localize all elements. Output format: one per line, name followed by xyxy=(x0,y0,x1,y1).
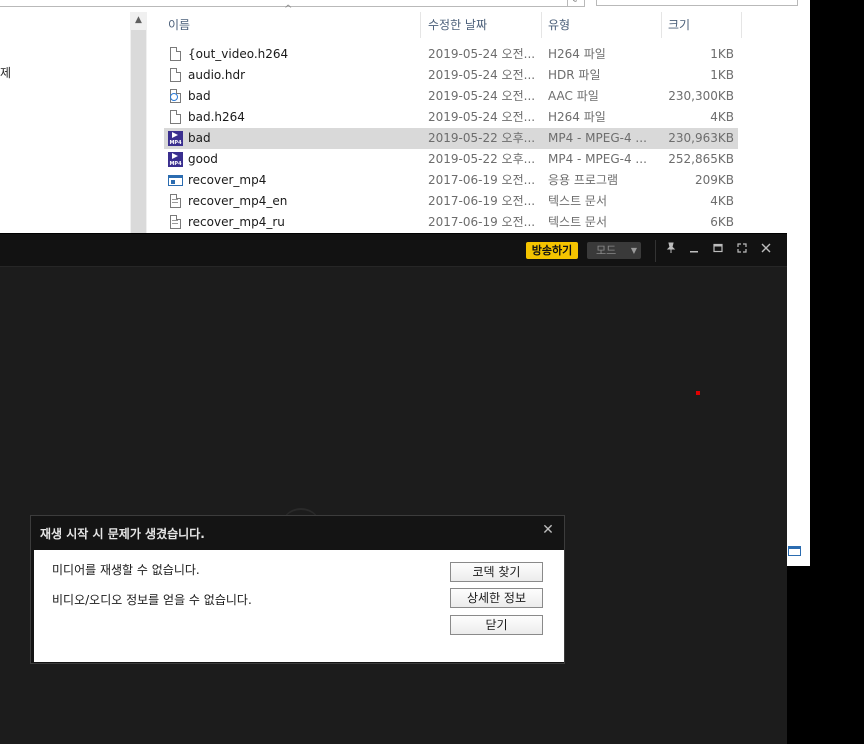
file-size: 4KB xyxy=(710,110,734,124)
file-size: 1KB xyxy=(710,47,734,61)
dropdown-arrow-icon: ▼ xyxy=(630,246,637,255)
file-size: 4KB xyxy=(710,194,734,208)
close-icon[interactable] xyxy=(758,242,774,258)
broadcast-button[interactable]: 방송하기 xyxy=(526,242,578,259)
column-divider[interactable] xyxy=(541,12,542,38)
file-type: MP4 - MPEG-4 ... xyxy=(548,131,647,145)
file-modified: 2019-05-22 오후... xyxy=(428,131,536,145)
column-divider[interactable] xyxy=(741,12,742,38)
file-modified: 2017-06-19 오전... xyxy=(428,194,536,208)
column-header-modified[interactable]: 수정한 날짜 xyxy=(428,12,487,38)
file-row[interactable]: bad.h264 2019-05-24 오전... H264 파일 4KB xyxy=(164,107,738,128)
close-button[interactable]: 닫기 xyxy=(450,615,543,635)
file-row[interactable]: audio.hdr 2019-05-24 오전... HDR 파일 1KB xyxy=(164,65,738,86)
file-name: bad xyxy=(188,89,211,103)
file-name: {out_video.h264 xyxy=(188,47,289,61)
playback-error-dialog: 재생 시작 시 문제가 생겼습니다. ✕ 미디어를 재생할 수 없습니다. 비디… xyxy=(30,515,565,664)
file-name: good xyxy=(188,152,218,166)
column-divider[interactable] xyxy=(420,12,421,38)
sort-ascending-icon: ^ xyxy=(284,4,293,15)
file-name: recover_mp4 xyxy=(188,173,267,187)
file-type: 응용 프로그램 xyxy=(548,173,619,187)
file-name: bad xyxy=(188,131,211,145)
file-name: audio.hdr xyxy=(188,68,246,82)
file-modified: 2019-05-24 오전... xyxy=(428,47,536,61)
dialog-body: 미디어를 재생할 수 없습니다. 비디오/오디오 정보를 얻을 수 없습니다. … xyxy=(34,550,564,662)
scroll-up-icon[interactable]: ▲ xyxy=(130,12,147,29)
file-size: 6KB xyxy=(710,215,734,229)
error-detail-message: 비디오/오디오 정보를 얻을 수 없습니다. xyxy=(52,593,252,607)
file-icon xyxy=(168,110,183,125)
audio-file-icon xyxy=(168,89,183,104)
file-name: recover_mp4_ru xyxy=(188,215,285,229)
file-modified: 2019-05-24 오전... xyxy=(428,68,536,82)
file-modified: 2019-05-24 오전... xyxy=(428,89,536,103)
file-type: H264 파일 xyxy=(548,110,606,124)
address-bar[interactable] xyxy=(0,0,585,7)
file-type: AAC 파일 xyxy=(548,89,599,103)
column-header-type[interactable]: 유형 xyxy=(548,12,570,38)
file-size: 230,300KB xyxy=(668,89,734,103)
error-message: 미디어를 재생할 수 없습니다. xyxy=(52,563,200,577)
file-row[interactable]: bad 2019-05-24 오전... AAC 파일 230,300KB xyxy=(164,86,738,107)
file-type: HDR 파일 xyxy=(548,68,601,82)
file-modified: 2019-05-24 오전... xyxy=(428,110,536,124)
pin-icon[interactable] xyxy=(663,242,679,258)
navigation-pane-item[interactable]: 제 xyxy=(0,64,11,81)
mp4-icon: MP4 xyxy=(168,131,183,146)
file-size: 230,963KB xyxy=(668,131,734,145)
application-icon xyxy=(168,173,183,188)
scrollbar-thumb[interactable] xyxy=(131,30,146,235)
file-row[interactable]: recover_mp4 2017-06-19 오전... 응용 프로그램 209… xyxy=(164,170,738,191)
dialog-close-icon[interactable]: ✕ xyxy=(540,522,556,538)
minimize-icon[interactable] xyxy=(686,242,702,258)
mode-dropdown[interactable]: 모드 ▼ xyxy=(587,242,641,259)
file-row[interactable]: recover_mp4_en 2017-06-19 오전... 텍스트 문서 4… xyxy=(164,191,738,212)
dialog-title: 재생 시작 시 문제가 생겼습니다. xyxy=(40,527,205,541)
file-type: 텍스트 문서 xyxy=(548,194,608,208)
file-name: bad.h264 xyxy=(188,110,245,124)
column-header-size[interactable]: 크기 xyxy=(668,12,690,38)
file-row[interactable]: {out_video.h264 2019-05-24 오전... H264 파일… xyxy=(164,44,738,65)
column-divider[interactable] xyxy=(661,12,662,38)
file-modified: 2017-06-19 오전... xyxy=(428,215,536,229)
file-row-selected[interactable]: MP4 bad 2019-05-22 오후... MP4 - MPEG-4 ..… xyxy=(164,128,738,149)
text-file-icon xyxy=(168,194,183,209)
mode-label: 모드 xyxy=(596,244,617,257)
media-player-window: 방송하기 모드 ▼ xyxy=(0,233,787,744)
file-name: recover_mp4_en xyxy=(188,194,288,208)
file-row[interactable]: MP4 good 2019-05-22 오후... MP4 - MPEG-4 .… xyxy=(164,149,738,170)
player-titlebar[interactable]: 방송하기 모드 ▼ xyxy=(0,234,787,267)
file-icon xyxy=(168,47,183,62)
file-row[interactable]: recover_mp4_ru 2017-06-19 오전... 텍스트 문서 6… xyxy=(164,212,738,233)
maximize-icon[interactable] xyxy=(710,242,726,258)
file-type: MP4 - MPEG-4 ... xyxy=(548,152,647,166)
file-type: H264 파일 xyxy=(548,47,606,61)
large-icons-view-icon[interactable] xyxy=(788,546,801,556)
refresh-icon[interactable]: ⟳ xyxy=(567,0,585,7)
file-icon xyxy=(168,68,183,83)
mp4-icon: MP4 xyxy=(168,152,183,167)
file-size: 1KB xyxy=(710,68,734,82)
file-size: 252,865KB xyxy=(668,152,734,166)
file-type: 텍스트 문서 xyxy=(548,215,608,229)
desktop-background xyxy=(787,566,864,743)
fullscreen-icon[interactable] xyxy=(734,242,750,258)
details-button[interactable]: 상세한 정보 xyxy=(450,588,543,608)
indicator-dot xyxy=(696,391,700,395)
file-size: 209KB xyxy=(694,173,734,187)
titlebar-divider xyxy=(655,240,656,262)
text-file-icon xyxy=(168,215,183,230)
column-header-name[interactable]: 이름 xyxy=(168,12,190,38)
find-codec-button[interactable]: 코덱 찾기 xyxy=(450,562,543,582)
file-modified: 2019-05-22 오후... xyxy=(428,152,536,166)
file-modified: 2017-06-19 오전... xyxy=(428,173,536,187)
search-box[interactable] xyxy=(596,0,798,6)
